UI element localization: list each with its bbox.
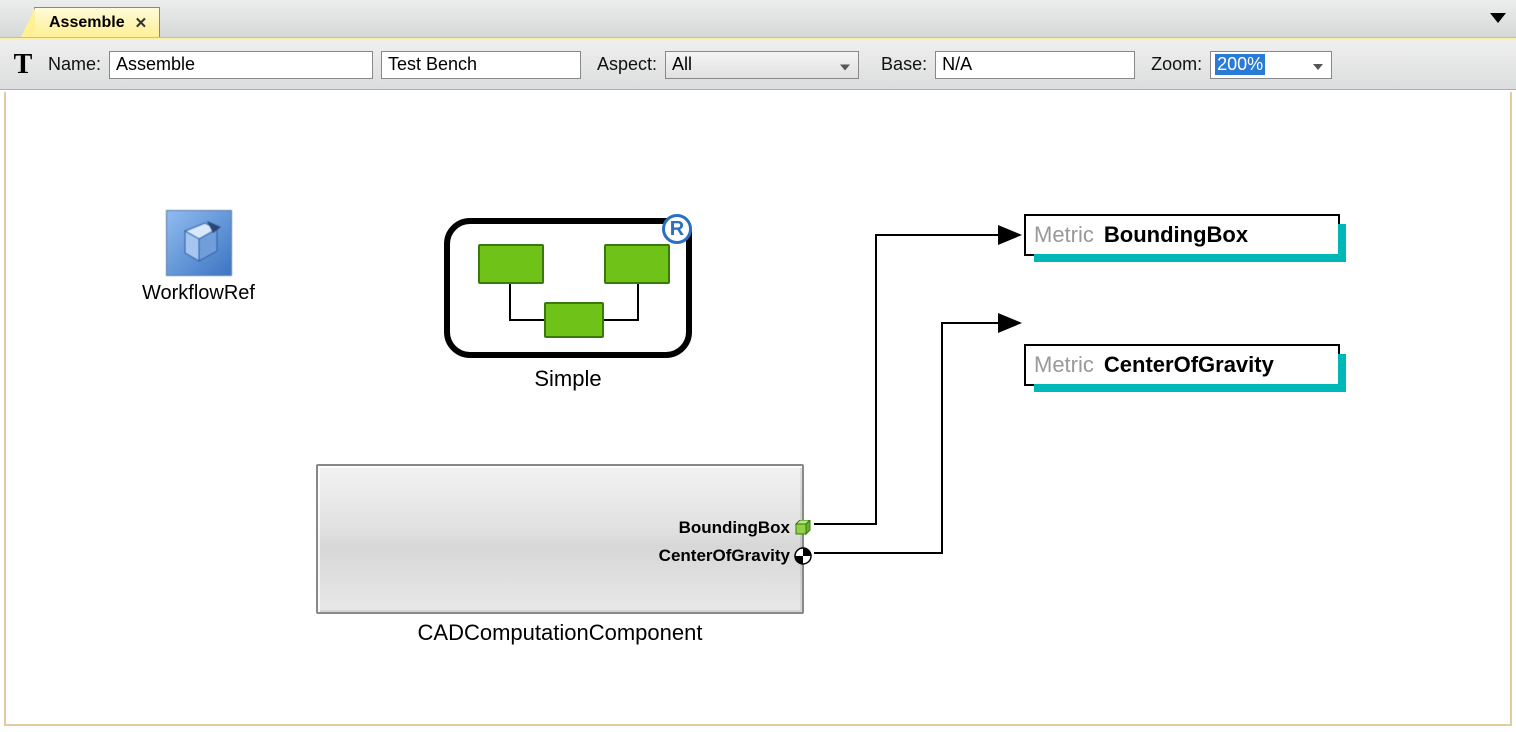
name-input[interactable]: [109, 51, 373, 79]
port-label: BoundingBox: [679, 518, 790, 538]
block-connectors-icon: [450, 224, 698, 364]
metric-center-of-gravity[interactable]: Metric CenterOfGravity: [1024, 344, 1340, 386]
metric-prefix: Metric: [1034, 222, 1094, 248]
aspect-select[interactable]: All: [665, 51, 859, 79]
aspect-label: Aspect:: [597, 54, 657, 75]
box-port-icon: [794, 520, 812, 536]
simple-box: R: [444, 218, 692, 358]
metric-name: CenterOfGravity: [1104, 352, 1274, 378]
node-cad-component[interactable]: BoundingBox CenterOfGravity: [316, 464, 804, 646]
metric-prefix: Metric: [1034, 352, 1094, 378]
port-bounding-box[interactable]: BoundingBox: [679, 518, 812, 538]
chevron-down-icon: [840, 54, 850, 75]
metric-bounding-box[interactable]: Metric BoundingBox: [1024, 214, 1340, 256]
tab-assemble[interactable]: Assemble ✕: [34, 7, 160, 37]
diagram-canvas[interactable]: WorkflowRef R Simple BoundingBox: [4, 92, 1512, 726]
cog-port-icon: [794, 548, 812, 564]
aspect-value: All: [672, 54, 692, 75]
kind-input[interactable]: [381, 51, 581, 79]
tab-dropdown-icon[interactable]: [1490, 10, 1506, 28]
metric-name: BoundingBox: [1104, 222, 1248, 248]
close-icon[interactable]: ✕: [135, 14, 148, 32]
port-center-of-gravity[interactable]: CenterOfGravity: [659, 546, 812, 566]
zoom-value: 200%: [1215, 54, 1265, 75]
port-label: CenterOfGravity: [659, 546, 790, 566]
chevron-down-icon: [1313, 54, 1323, 75]
model-type-icon[interactable]: T: [10, 52, 36, 78]
workflow-label: WorkflowRef: [142, 282, 255, 305]
base-input[interactable]: [935, 51, 1135, 79]
base-label: Base:: [881, 54, 927, 75]
component-label: CADComputationComponent: [316, 620, 804, 646]
workflow-icon: [166, 210, 232, 276]
toolbar: T Name: Aspect: All Base: Zoom: 200%: [0, 38, 1516, 90]
simple-label: Simple: [444, 366, 692, 392]
node-simple[interactable]: R Simple: [444, 218, 692, 392]
zoom-select[interactable]: 200%: [1210, 51, 1332, 79]
component-box: BoundingBox CenterOfGravity: [316, 464, 804, 614]
tab-title: Assemble: [49, 14, 125, 32]
tab-bar: Assemble ✕: [0, 0, 1516, 38]
zoom-label: Zoom:: [1151, 54, 1202, 75]
node-workflow-ref[interactable]: WorkflowRef: [142, 210, 255, 305]
name-label: Name:: [48, 54, 101, 75]
